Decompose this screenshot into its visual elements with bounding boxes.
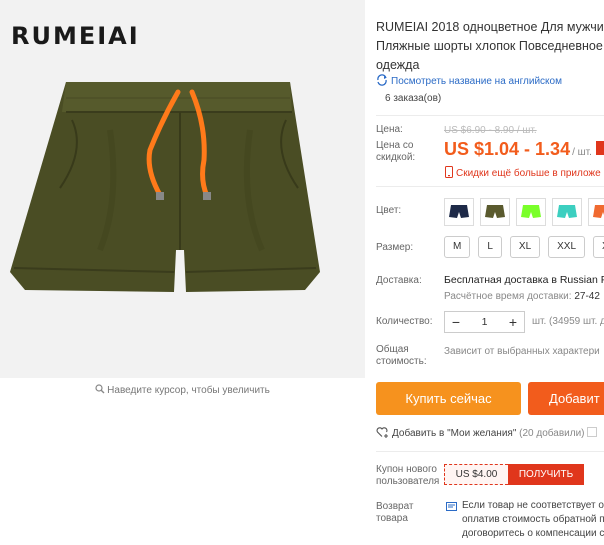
shorts-thumbnail-icon: [485, 205, 505, 218]
delivery-estimate: Расчётное время доставки: 27-42: [444, 291, 600, 302]
quantity-stepper: − 1 +: [444, 311, 525, 333]
info-card-icon: [446, 502, 457, 511]
product-title: RUMEIAI 2018 одноцветное Для мужчин Пляж…: [376, 18, 604, 75]
total-cost-value: Зависит от выбранных характери: [444, 346, 600, 357]
product-title-line: одежда: [376, 58, 420, 72]
app-discount-text: Скидки ещё больше в приложе: [456, 168, 601, 179]
divider: [376, 186, 604, 187]
size-label: Размер:: [376, 242, 414, 253]
product-title-line: Пляжные шорты хлопок Повседневное: [376, 39, 603, 53]
returns-label-line: товара: [376, 513, 408, 524]
discount-label-line: Цена со: [376, 140, 414, 151]
estimate-label: Расчётное время доставки:: [444, 291, 572, 302]
app-discount-link[interactable]: Скидки ещё больше в приложе: [444, 166, 601, 179]
quantity-decrease-button[interactable]: −: [445, 314, 467, 330]
size-option[interactable]: XXXL: [593, 236, 604, 258]
color-swatch[interactable]: [588, 198, 604, 226]
shorts-thumbnail-icon: [557, 205, 577, 218]
discount-price-label: Цена со скидкой:: [376, 140, 415, 164]
total-label-line: Общая: [376, 344, 409, 355]
quantity-input[interactable]: 1: [467, 316, 502, 328]
coupon-label-line: пользователя: [376, 476, 440, 487]
total-cost-label: Общая стоимость:: [376, 344, 427, 368]
total-label-line: стоимость:: [376, 356, 427, 367]
discount-label-line: скидкой:: [376, 152, 416, 163]
wishlist-link[interactable]: Добавить в "Мои желания" (20 добавили): [376, 426, 597, 439]
shorts-image: [10, 82, 320, 292]
translate-icon: [377, 74, 387, 86]
color-swatch[interactable]: [444, 198, 474, 226]
size-option[interactable]: L: [478, 236, 502, 258]
available-stock: шт. (34959 шт. д: [532, 316, 604, 327]
price-unit: / шт.: [572, 147, 592, 158]
discount-price-value: US $1.04 - 1.34: [444, 139, 571, 159]
shorts-thumbnail-icon: [521, 205, 541, 218]
estimate-value: 27-42: [574, 291, 600, 302]
returns-policy-text: Если товар не соответствует оп оплатив с…: [462, 499, 604, 541]
price-label: Цена:: [376, 124, 403, 135]
coupon-label-line: Купон нового: [376, 464, 437, 475]
coupon-value: US $4.00: [444, 464, 508, 485]
get-coupon-button[interactable]: ПОЛУЧИТЬ: [508, 464, 584, 485]
product-info-panel: RUMEIAI 2018 одноцветное Для мужчин Пляж…: [376, 0, 604, 545]
translate-link[interactable]: Посмотреть название на английском: [376, 74, 562, 87]
returns-policy-line: договоритесь о компенсации с: [462, 528, 604, 539]
size-option[interactable]: XL: [509, 236, 541, 258]
returns-label-line: Возврат: [376, 501, 414, 512]
quantity-label: Количество:: [376, 316, 433, 327]
chevron-down-icon[interactable]: [586, 427, 597, 437]
size-option[interactable]: XXL: [548, 236, 586, 258]
divider: [376, 451, 604, 452]
coupon: US $4.00 ПОЛУЧИТЬ: [444, 464, 584, 485]
phone-icon: [445, 166, 453, 178]
returns-policy-line: Если товар не соответствует оп: [462, 500, 604, 511]
returns-label: Возврат товара: [376, 501, 414, 525]
quantity-increase-button[interactable]: +: [502, 314, 524, 330]
old-price: US $6.90 - 8.90 / шт.: [444, 125, 537, 136]
delivery-info[interactable]: Бесплатная доставка в Russian F: [444, 274, 604, 286]
wishlist-text: Добавить в "Мои желания": [392, 428, 517, 439]
add-to-cart-button[interactable]: Добавит: [528, 382, 604, 415]
zoom-hint-text: Наведите курсор, чтобы увеличить: [107, 385, 270, 396]
new-user-coupon-label: Купон нового пользователя: [376, 464, 439, 488]
color-swatches: [444, 198, 604, 226]
color-swatch[interactable]: [480, 198, 510, 226]
discount-price: US $1.04 - 1.34/ шт.: [444, 139, 604, 160]
size-option[interactable]: M: [444, 236, 471, 258]
divider: [376, 115, 604, 116]
product-title-line: RUMEIAI 2018 одноцветное Для мужчин: [376, 20, 604, 34]
buy-now-button[interactable]: Купить сейчас: [376, 382, 521, 415]
color-swatch[interactable]: [552, 198, 582, 226]
shorts-thumbnail-icon: [593, 205, 604, 218]
discount-tag-icon: [595, 141, 604, 155]
wishlist-count: (20 добавили): [519, 428, 585, 439]
returns-policy-line: оплатив стоимость обратной п: [462, 514, 604, 525]
orders-count: 6 заказа(ов): [385, 93, 442, 104]
zoom-hint: Наведите курсор, чтобы увеличить: [0, 384, 365, 396]
color-label: Цвет:: [376, 205, 402, 216]
magnifier-icon: [95, 384, 105, 394]
delivery-label: Доставка:: [376, 275, 422, 286]
heart-plus-icon: [376, 427, 388, 438]
shorts-thumbnail-icon: [449, 205, 469, 218]
translate-link-text: Посмотреть название на английском: [391, 76, 562, 87]
size-options: ML XL XXL XXXL: [444, 236, 604, 258]
product-image[interactable]: RUMEIAI: [0, 0, 365, 378]
color-swatch[interactable]: [516, 198, 546, 226]
